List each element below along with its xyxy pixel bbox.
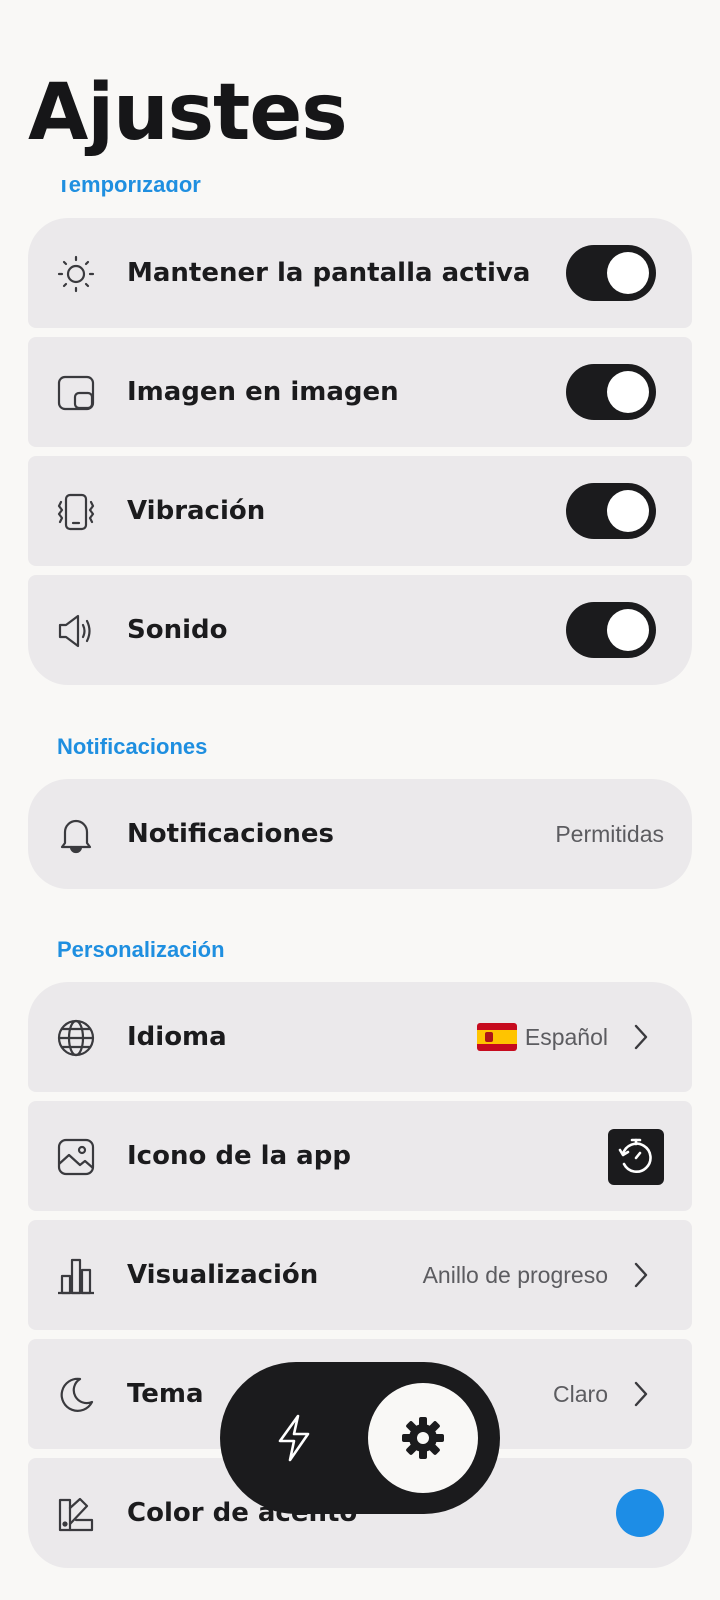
picture-in-picture-icon (56, 373, 96, 413)
setting-label: Mantener la pantalla activa (127, 258, 531, 288)
setting-label: Sonido (127, 615, 228, 645)
chevron-right-icon (634, 1262, 648, 1288)
toggle-knob (607, 490, 649, 532)
picture-in-picture-toggle[interactable] (566, 364, 656, 420)
app-header: Ajustes (0, 0, 720, 180)
setting-label: Imagen en imagen (127, 377, 399, 407)
chevron-right-icon (634, 1381, 648, 1407)
language-value: Español (476, 982, 608, 1092)
palette-icon (56, 1494, 96, 1534)
bottom-nav (220, 1362, 500, 1514)
display-value: Anillo de progreso (422, 1261, 608, 1288)
notifications-status: Permitidas (555, 820, 664, 847)
setting-label: Idioma (127, 1022, 227, 1052)
bar-chart-icon (56, 1256, 96, 1296)
brightness-icon (56, 254, 96, 294)
globe-icon (56, 1018, 96, 1058)
accent-color-swatch[interactable] (616, 1489, 664, 1537)
setting-notifications[interactable]: Notificaciones Permitidas (28, 779, 692, 889)
theme-value: Claro (553, 1380, 608, 1407)
section-label-personalization: Personalización (57, 937, 225, 962)
image-icon (56, 1137, 96, 1177)
toggle-knob (607, 252, 649, 294)
vibration-toggle[interactable] (566, 483, 656, 539)
setting-sound[interactable]: Sonido (28, 575, 692, 685)
moon-icon (56, 1375, 96, 1415)
setting-label: Icono de la app (127, 1141, 351, 1171)
setting-label: Notificaciones (127, 819, 334, 849)
nav-timers-button[interactable] (264, 1408, 324, 1468)
setting-picture-in-picture[interactable]: Imagen en imagen (28, 337, 692, 447)
stopwatch-icon[interactable] (608, 1129, 664, 1185)
setting-app-icon[interactable]: Icono de la app (28, 1101, 692, 1211)
keep-screen-on-toggle[interactable] (566, 245, 656, 301)
setting-vibration[interactable]: Vibración (28, 456, 692, 566)
sound-toggle[interactable] (566, 602, 656, 658)
setting-language[interactable]: Idioma Español (28, 982, 692, 1092)
nav-settings-button[interactable] (368, 1383, 478, 1493)
setting-display[interactable]: Visualización Anillo de progreso (28, 1220, 692, 1330)
bell-icon (56, 815, 96, 855)
setting-label: Vibración (127, 496, 266, 526)
vibration-icon (56, 492, 96, 532)
chevron-right-icon (634, 1024, 648, 1050)
setting-keep-screen-on[interactable]: Mantener la pantalla activa (28, 218, 692, 328)
language-name: Español (524, 1023, 608, 1050)
toggle-knob (607, 609, 649, 651)
gear-icon (402, 1417, 444, 1459)
spain-flag-icon (476, 1023, 517, 1051)
speaker-icon (56, 611, 96, 651)
section-label-notifications: Notificaciones (57, 734, 208, 759)
page-title: Ajustes (28, 68, 348, 158)
toggle-knob (607, 371, 649, 413)
setting-label: Tema (127, 1379, 204, 1409)
bolt-icon (278, 1414, 310, 1462)
setting-label: Visualización (127, 1260, 319, 1290)
settings-list[interactable]: Temporizador Mantener la pantalla activa… (0, 0, 720, 1600)
